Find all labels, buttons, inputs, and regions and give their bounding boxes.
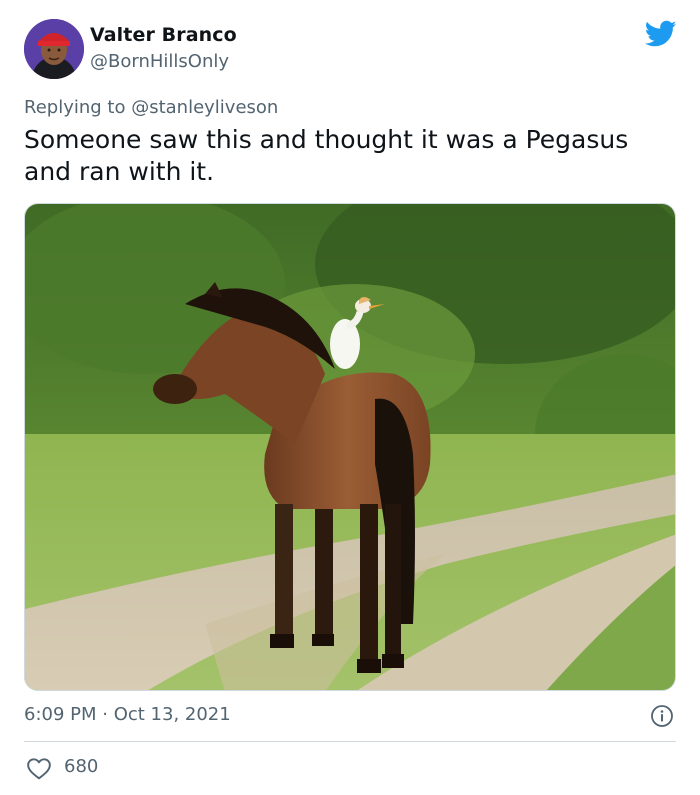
like-count: 680 [64, 756, 99, 777]
avatar[interactable] [24, 19, 84, 79]
tweet-card: Valter Branco @BornHillsOnly Replying to… [0, 0, 700, 795]
heart-icon[interactable] [26, 756, 52, 780]
horse-photo-image [25, 204, 675, 690]
twitter-bird-icon[interactable] [645, 20, 677, 48]
reply-context: Replying to @stanleyliveson [24, 97, 278, 118]
reply-mention-link[interactable]: @stanleyliveson [131, 97, 278, 118]
author-handle[interactable]: @BornHillsOnly [90, 51, 229, 72]
author-display-name[interactable]: Valter Branco [90, 24, 237, 46]
avatar-image [24, 19, 84, 79]
divider [24, 741, 676, 742]
reply-prefix: Replying to [24, 97, 132, 118]
info-icon[interactable] [650, 704, 674, 728]
tweet-text: Someone saw this and thought it was a Pe… [24, 125, 629, 186]
tweet-photo[interactable] [24, 203, 676, 691]
tweet-timestamp[interactable]: 6:09 PM · Oct 13, 2021 [24, 704, 231, 725]
